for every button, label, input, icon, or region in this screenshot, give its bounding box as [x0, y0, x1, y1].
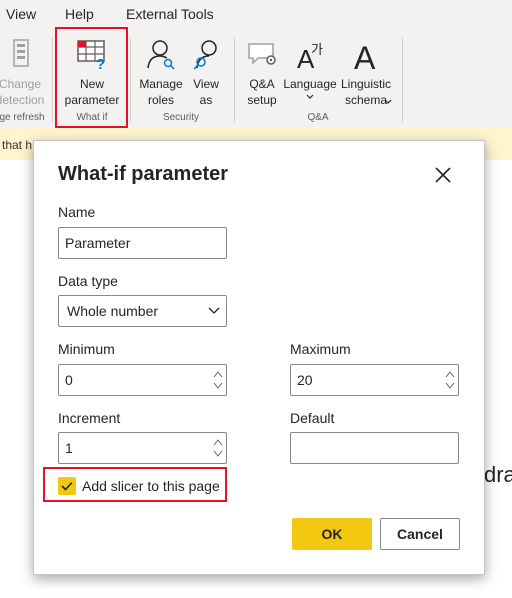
- maximum-label: Maximum: [290, 341, 351, 357]
- security-group-label: Security: [162, 112, 200, 123]
- qa-group-label: Q&A: [307, 112, 329, 123]
- change-detection-icon: [13, 39, 29, 67]
- change-detection-label: Change detection: [0, 77, 45, 107]
- minimum-value: 0: [65, 372, 73, 388]
- default-input[interactable]: [290, 432, 459, 464]
- dialog-title: What-if parameter: [58, 163, 229, 185]
- notification-text: that h: [2, 138, 33, 152]
- manage-roles-label: Manage roles: [139, 77, 183, 107]
- menu-help[interactable]: Help: [65, 6, 94, 22]
- change-detection-button[interactable]: Change detection: [0, 36, 46, 108]
- ribbon-separator: [402, 38, 403, 122]
- qa-setup-label: Q&A setup: [247, 77, 277, 107]
- menu-external-tools[interactable]: External Tools: [126, 6, 214, 22]
- spin-arrows-icon[interactable]: [213, 368, 223, 392]
- ribbon-separator: [52, 38, 53, 122]
- manage-roles-icon: [147, 40, 175, 70]
- qa-setup-button[interactable]: Q&A setup: [240, 36, 284, 108]
- language-label: Language: [283, 77, 337, 91]
- maximum-input[interactable]: 20: [290, 364, 459, 396]
- svg-text:A: A: [354, 40, 376, 70]
- svg-text:가: 가: [311, 43, 323, 58]
- qa-setup-icon: [248, 43, 276, 65]
- chevron-down-icon: [306, 94, 314, 99]
- view-as-button[interactable]: View as: [186, 36, 226, 108]
- data-type-label: Data type: [58, 273, 118, 289]
- ok-button[interactable]: OK: [292, 518, 372, 550]
- manage-roles-button[interactable]: Manage roles: [136, 36, 186, 108]
- increment-value: 1: [65, 440, 73, 456]
- data-type-select[interactable]: Whole number: [58, 295, 227, 327]
- close-icon[interactable]: [433, 165, 453, 185]
- minimum-label: Minimum: [58, 341, 115, 357]
- add-slicer-highlight: [43, 467, 227, 502]
- minimum-input[interactable]: 0: [58, 364, 227, 396]
- what-if-parameter-dialog: What-if parameter Name Parameter Data ty…: [33, 140, 485, 575]
- default-label: Default: [290, 410, 335, 426]
- spin-arrows-icon[interactable]: [213, 436, 223, 460]
- new-parameter-highlight: [55, 27, 128, 128]
- name-value: Parameter: [65, 235, 131, 251]
- view-as-label: View as: [193, 77, 219, 107]
- ribbon-separator: [234, 38, 235, 122]
- language-icon: A 가: [297, 43, 323, 70]
- menu-view[interactable]: View: [6, 6, 36, 22]
- chevron-down-icon: [384, 99, 392, 104]
- ribbon-separator: [130, 38, 131, 122]
- name-label: Name: [58, 204, 96, 220]
- cancel-button[interactable]: Cancel: [380, 518, 460, 550]
- language-button[interactable]: A 가 Language: [283, 36, 337, 100]
- chevron-down-icon: [208, 307, 220, 314]
- increment-label: Increment: [58, 410, 121, 426]
- spin-arrows-icon[interactable]: [445, 368, 455, 392]
- data-type-value: Whole number: [67, 303, 159, 319]
- maximum-value: 20: [297, 372, 313, 388]
- menu-bar: View Help External Tools: [0, 0, 512, 30]
- linguistic-schema-icon: A: [354, 40, 376, 70]
- canvas-text-fragment: dra: [484, 462, 512, 487]
- page-refresh-group-label: ge refresh: [0, 112, 45, 123]
- linguistic-schema-button[interactable]: A Linguistic schema: [338, 36, 394, 108]
- name-input[interactable]: Parameter: [58, 227, 227, 259]
- increment-input[interactable]: 1: [58, 432, 227, 464]
- view-as-icon: [193, 40, 217, 70]
